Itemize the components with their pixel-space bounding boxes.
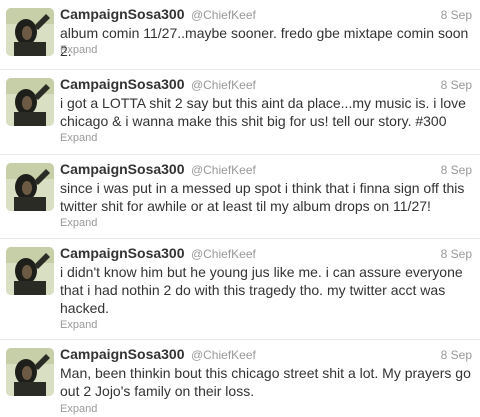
user-handle[interactable]: @ChiefKeef — [191, 78, 256, 92]
tweet-text-line: chicago & i wanna make this shit big for… — [60, 113, 447, 129]
timestamp[interactable]: 8 Sep — [441, 78, 472, 92]
tweet[interactable]: CampaignSosa300 @ChiefKeef 8 Sep Man, be… — [0, 340, 480, 417]
tweet-text: Man, been thinkin bout this chicago stre… — [60, 364, 472, 400]
tweet-text-line: i didn't know him but he young jus like … — [60, 264, 463, 280]
avatar[interactable] — [6, 8, 54, 56]
user-name[interactable]: CampaignSosa300 — [60, 346, 185, 362]
expand-link[interactable]: Expand — [60, 217, 97, 229]
tweet-text: album comin 11/27..maybe sooner. fredo g… — [60, 24, 472, 60]
expand-link[interactable]: Expand — [60, 319, 97, 331]
timestamp[interactable]: 8 Sep — [441, 247, 472, 261]
user-handle[interactable]: @ChiefKeef — [191, 8, 256, 22]
tweet-header: CampaignSosa300 @ChiefKeef 8 Sep — [60, 161, 472, 179]
tweet[interactable]: CampaignSosa300 @ChiefKeef 8 Sep i got a… — [0, 70, 480, 155]
expand-link[interactable]: Expand — [60, 403, 97, 415]
tweet-text-line: Man, been thinkin bout this chicago stre… — [60, 365, 471, 381]
tweet-text: i got a LOTTA shit 2 say but this aint d… — [60, 94, 472, 130]
tweet-text-line: album comin 11/27..maybe sooner. fredo g… — [60, 25, 469, 59]
tweet-text-line: out 2 Jojo's family on their loss. — [60, 383, 255, 399]
tweet[interactable]: CampaignSosa300 @ChiefKeef 8 Sep i didn'… — [0, 239, 480, 340]
user-name[interactable]: CampaignSosa300 — [60, 76, 185, 92]
tweet-text-line: since i was put in a messed up spot i th… — [60, 180, 465, 196]
tweet-header: CampaignSosa300 @ChiefKeef 8 Sep — [60, 76, 472, 94]
tweet-text-line: twitter shit for awhile or at least til … — [60, 198, 431, 214]
user-name[interactable]: CampaignSosa300 — [60, 6, 185, 22]
expand-link[interactable]: Expand — [60, 44, 97, 56]
tweet-header: CampaignSosa300 @ChiefKeef 8 Sep — [60, 245, 472, 263]
timestamp[interactable]: 8 Sep — [441, 163, 472, 177]
tweet-timeline: CampaignSosa300 @ChiefKeef 8 Sep album c… — [0, 0, 480, 417]
tweet[interactable]: CampaignSosa300 @ChiefKeef 8 Sep album c… — [0, 0, 480, 70]
avatar[interactable] — [6, 163, 54, 211]
tweet-text: since i was put in a messed up spot i th… — [60, 179, 472, 215]
timestamp[interactable]: 8 Sep — [441, 8, 472, 22]
avatar[interactable] — [6, 247, 54, 295]
user-name[interactable]: CampaignSosa300 — [60, 245, 185, 261]
user-name[interactable]: CampaignSosa300 — [60, 161, 185, 177]
tweet-text-line: hacked. — [60, 300, 110, 316]
user-handle[interactable]: @ChiefKeef — [191, 348, 256, 362]
user-handle[interactable]: @ChiefKeef — [191, 247, 256, 261]
user-handle[interactable]: @ChiefKeef — [191, 163, 256, 177]
timestamp[interactable]: 8 Sep — [441, 348, 472, 362]
avatar[interactable] — [6, 348, 54, 396]
expand-link[interactable]: Expand — [60, 132, 97, 144]
tweet-header: CampaignSosa300 @ChiefKeef 8 Sep — [60, 346, 472, 364]
tweet[interactable]: CampaignSosa300 @ChiefKeef 8 Sep since i… — [0, 155, 480, 239]
tweet-text-line: i got a LOTTA shit 2 say but this aint d… — [60, 95, 466, 111]
tweet-text-line: that i had nothin 2 do with this tragedy… — [60, 282, 446, 298]
avatar[interactable] — [6, 78, 54, 126]
tweet-header: CampaignSosa300 @ChiefKeef 8 Sep — [60, 6, 472, 24]
tweet-text: i didn't know him but he young jus like … — [60, 263, 472, 317]
